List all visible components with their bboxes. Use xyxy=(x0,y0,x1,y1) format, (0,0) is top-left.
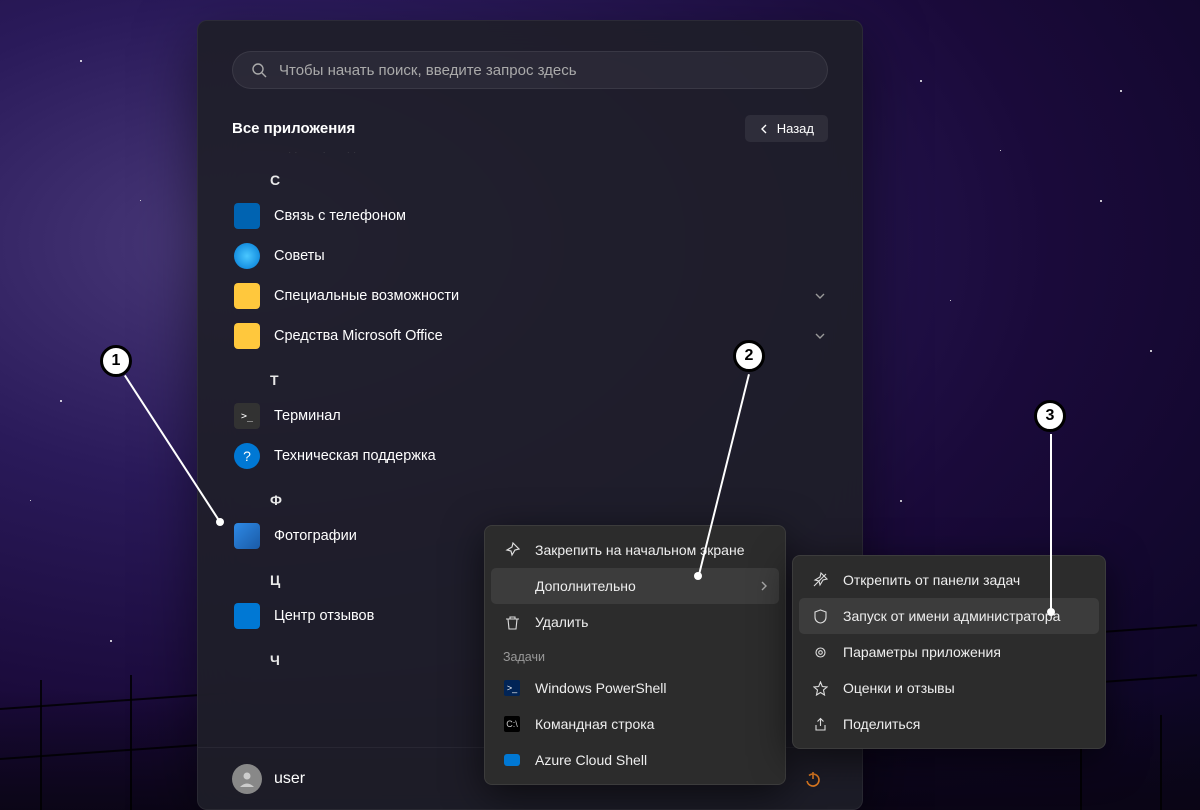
unpin-icon xyxy=(811,572,829,588)
feedback-hub-icon xyxy=(234,603,260,629)
folder-icon xyxy=(234,283,260,309)
avatar-icon xyxy=(232,764,262,794)
shield-icon xyxy=(811,609,829,624)
all-apps-title: Все приложения xyxy=(232,120,355,137)
ctx-label: Дополнительно xyxy=(535,578,636,594)
ctx-label: Запуск от имени администратора xyxy=(843,608,1060,624)
azure-icon xyxy=(503,754,521,766)
ctx-label: Удалить xyxy=(535,614,588,630)
ctx-label: Оценки и отзывы xyxy=(843,680,955,696)
app-label: Техническая поддержка xyxy=(274,448,436,464)
folder-icon xyxy=(234,323,260,349)
search-icon xyxy=(251,62,267,78)
pin-icon xyxy=(503,542,521,558)
ctx-share[interactable]: Поделиться xyxy=(799,706,1099,742)
get-help-icon: ? xyxy=(234,443,260,469)
context-menu-main: Закрепить на начальном экране Дополнител… xyxy=(484,525,786,785)
cmd-icon: C:\ xyxy=(503,716,521,732)
callout-2: 2 xyxy=(733,340,765,372)
photos-icon xyxy=(234,523,260,549)
trash-icon xyxy=(503,615,521,630)
callout-dot-3 xyxy=(1047,608,1055,616)
callout-dot-2 xyxy=(694,572,702,580)
app-item-get-help[interactable]: ? Техническая поддержка xyxy=(220,436,840,476)
callout-3: 3 xyxy=(1034,400,1066,432)
chevron-right-icon xyxy=(759,581,769,591)
chevron-down-icon xyxy=(814,290,826,302)
back-button[interactable]: Назад xyxy=(745,115,828,142)
chevron-down-icon xyxy=(814,330,826,342)
ctx-label: Командная строка xyxy=(535,716,654,732)
ctx-label: Поделиться xyxy=(843,716,920,732)
ctx-label: Параметры приложения xyxy=(843,644,1001,660)
callout-1: 1 xyxy=(100,345,132,377)
app-item-terminal[interactable]: >_ Терминал xyxy=(220,396,840,436)
terminal-icon: >_ xyxy=(234,403,260,429)
ctx-more[interactable]: Дополнительно xyxy=(491,568,779,604)
powershell-icon: >_ xyxy=(503,680,521,696)
app-label: Советы xyxy=(274,248,325,264)
app-label: Специальные возможности xyxy=(274,288,459,304)
app-item-tips[interactable]: Советы xyxy=(220,236,840,276)
ctx-app-settings[interactable]: Параметры приложения xyxy=(799,634,1099,670)
ctx-rate-review[interactable]: Оценки и отзывы xyxy=(799,670,1099,706)
app-item-phone-link[interactable]: Связь с телефоном xyxy=(220,196,840,236)
app-label: Связь с телефоном xyxy=(274,208,406,224)
callout-dot-1 xyxy=(216,518,224,526)
search-input[interactable]: Чтобы начать поиск, введите запрос здесь xyxy=(232,51,828,89)
back-label: Назад xyxy=(777,121,814,136)
ctx-task-powershell[interactable]: >_ Windows PowerShell xyxy=(491,670,779,706)
app-label: Терминал xyxy=(274,408,341,424)
context-menu-sub: Открепить от панели задач Запуск от имен… xyxy=(792,555,1106,749)
app-label: Фотографии xyxy=(274,528,357,544)
app-item-accessibility[interactable]: Специальные возможности xyxy=(220,276,840,316)
section-letter-s[interactable]: С xyxy=(220,156,840,196)
ctx-label: Закрепить на начальном экране xyxy=(535,542,745,558)
ctx-label: Открепить от панели задач xyxy=(843,572,1020,588)
app-label: Центр отзывов xyxy=(274,608,374,624)
search-placeholder: Чтобы начать поиск, введите запрос здесь xyxy=(279,62,577,79)
ctx-unpin-taskbar[interactable]: Открепить от панели задач xyxy=(799,562,1099,598)
power-button[interactable] xyxy=(798,764,828,794)
ctx-uninstall[interactable]: Удалить xyxy=(491,604,779,640)
phone-link-icon xyxy=(234,203,260,229)
username-label: user xyxy=(274,770,305,788)
app-item-video-editor[interactable]: Редактор видео xyxy=(220,152,840,156)
share-icon xyxy=(811,717,829,732)
gear-icon xyxy=(811,645,829,660)
power-icon xyxy=(804,770,822,788)
user-button[interactable]: user xyxy=(232,764,305,794)
app-label: Редактор видео xyxy=(274,152,370,153)
ctx-pin-start[interactable]: Закрепить на начальном экране xyxy=(491,532,779,568)
ctx-label: Windows PowerShell xyxy=(535,680,667,696)
section-letter-f[interactable]: Ф xyxy=(220,476,840,516)
ctx-task-azure[interactable]: Azure Cloud Shell xyxy=(491,742,779,778)
ctx-task-cmd[interactable]: C:\ Командная строка xyxy=(491,706,779,742)
callout-line-3 xyxy=(1050,434,1052,612)
app-label: Средства Microsoft Office xyxy=(274,328,443,344)
ctx-tasks-label: Задачи xyxy=(491,640,779,670)
tips-icon xyxy=(234,243,260,269)
ctx-run-admin[interactable]: Запуск от имени администратора xyxy=(799,598,1099,634)
ctx-label: Azure Cloud Shell xyxy=(535,752,647,768)
chevron-left-icon xyxy=(759,124,769,134)
star-icon xyxy=(811,681,829,696)
